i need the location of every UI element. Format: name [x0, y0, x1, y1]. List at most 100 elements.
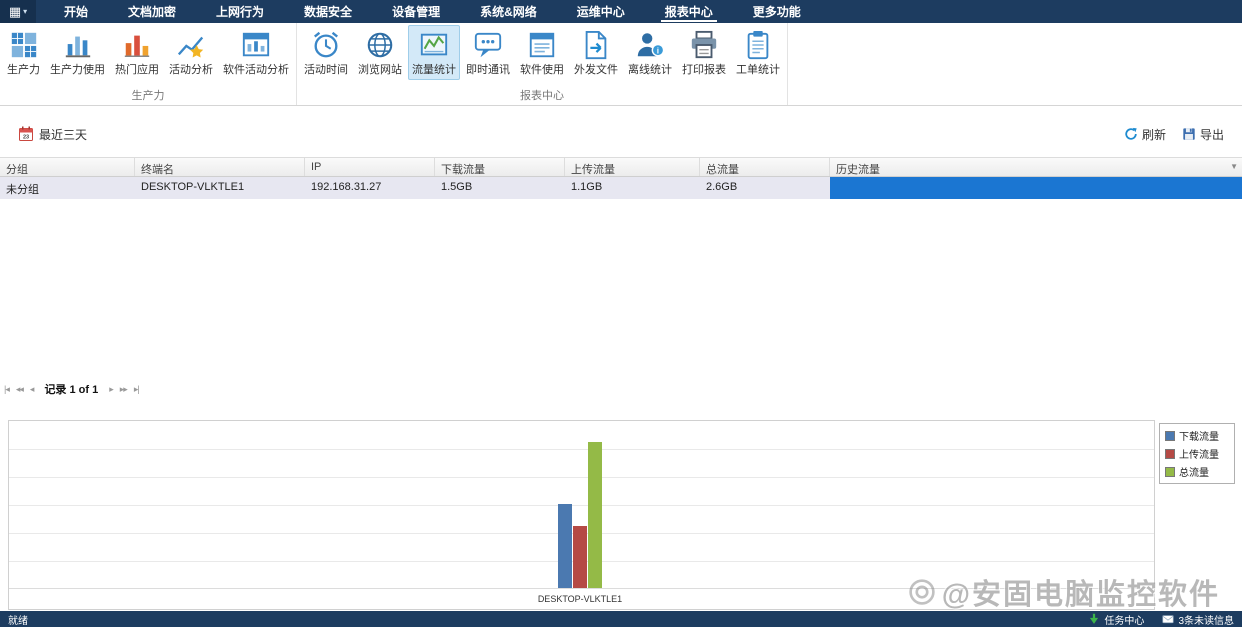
- im-icon: [473, 30, 503, 60]
- productivity-usage-icon: [63, 30, 93, 60]
- menu-bar: 开始 文档加密 上网行为 数据安全 设备管理 系统&网络 运维中心 报表中心 更多功能: [44, 0, 821, 23]
- ribbon-button-label: 生产力: [7, 64, 40, 76]
- ribbon-button-0-3[interactable]: 活动分析: [165, 25, 217, 80]
- print-report-icon: [689, 30, 719, 60]
- task-center-button[interactable]: 任务中心: [1088, 612, 1144, 627]
- ribbon-group-label: 报表中心: [520, 90, 564, 102]
- history-traffic-cell: [830, 177, 1242, 199]
- refresh-button[interactable]: 刷新: [1124, 126, 1166, 143]
- ribbon-group-1: 活动时间 浏览网站 流量统计 即时通讯 软件使用 外发文件 i 离线统计 打印报表 工单统计报表中…: [297, 23, 788, 105]
- ribbon-button-label: 外发文件: [574, 64, 618, 76]
- next-page-button[interactable]: ▸: [109, 384, 113, 395]
- ribbon-button-0-4[interactable]: 软件活动分析: [219, 25, 293, 80]
- ribbon-button-1-7[interactable]: 打印报表: [678, 25, 730, 80]
- unread-messages-button[interactable]: 3条未读信息: [1162, 612, 1234, 627]
- table-body: 未分组 DESKTOP-VLKTLE1 192.168.31.27 1.5GB 1.1G…: [0, 177, 1242, 199]
- chart-bar-上传流量: [573, 526, 587, 588]
- table-cell: 1.1GB: [571, 181, 603, 193]
- ribbon-button-1-4[interactable]: 软件使用: [516, 25, 568, 80]
- date-range-button[interactable]: 23 最近三天: [18, 126, 87, 143]
- ribbon-button-1-1[interactable]: 浏览网站: [354, 25, 406, 80]
- browse-web-icon: [365, 30, 395, 60]
- app-menu-button[interactable]: ▦ ▾: [0, 0, 36, 23]
- ribbon-button-0-0[interactable]: 生产力: [3, 25, 44, 80]
- ribbon-button-label: 浏览网站: [358, 64, 402, 76]
- date-range-label: 最近三天: [39, 127, 88, 142]
- column-header-5[interactable]: 总流量: [700, 158, 830, 176]
- status-right: 任务中心 3条未读信息: [1088, 612, 1234, 627]
- ribbon-button-label: 生产力使用: [50, 64, 105, 76]
- column-header-2[interactable]: IP: [305, 158, 435, 176]
- work-order-icon: [743, 30, 773, 60]
- topbar: ▦ ▾ 开始 文档加密 上网行为 数据安全 设备管理 系统&网络 运维中心 报表中心 更多功能: [0, 0, 1242, 23]
- menu-item-5[interactable]: 系统&网络: [460, 0, 557, 23]
- table-cell: 2.6GB: [706, 181, 738, 193]
- ribbon-button-1-5[interactable]: 外发文件: [570, 25, 622, 80]
- chart-legend: 下载流量 上传流量 总流量: [1159, 423, 1235, 484]
- download-arrow-icon: [1088, 613, 1100, 625]
- first-page-button[interactable]: |◂: [4, 384, 10, 395]
- last-page-button[interactable]: ▸|: [134, 384, 140, 395]
- table-row[interactable]: 未分组 DESKTOP-VLKTLE1 192.168.31.27 1.5GB 1.1G…: [0, 177, 1242, 199]
- ribbon-button-0-1[interactable]: 生产力使用: [46, 25, 109, 80]
- hot-apps-icon: [122, 30, 152, 60]
- ribbon-button-1-0[interactable]: 活动时间: [300, 25, 352, 80]
- fast-prev-button[interactable]: ◂◂: [16, 384, 24, 395]
- status-ready-label: 就绪: [8, 615, 28, 627]
- chart-bar-group: [558, 442, 602, 588]
- menu-item-7[interactable]: 报表中心: [645, 0, 733, 23]
- column-header-4[interactable]: 上传流量: [565, 158, 700, 176]
- productivity-grid-icon: [9, 30, 39, 60]
- column-header-1[interactable]: 终端名: [135, 158, 305, 176]
- calendar-icon: 23: [18, 126, 34, 142]
- fast-next-button[interactable]: ▸▸: [120, 384, 128, 395]
- prev-page-button[interactable]: ◂: [30, 384, 34, 395]
- filter-toolbar: 23 最近三天 刷新 导出: [0, 118, 1242, 150]
- export-button[interactable]: 导出: [1182, 126, 1224, 143]
- ribbon-button-label: 活动时间: [304, 64, 348, 76]
- menu-item-8[interactable]: 更多功能: [733, 0, 821, 23]
- menu-item-2[interactable]: 上网行为: [196, 0, 284, 23]
- menu-item-3[interactable]: 数据安全: [284, 0, 372, 23]
- menu-item-0[interactable]: 开始: [44, 0, 108, 23]
- mail-icon: [1162, 613, 1175, 625]
- chart-plot: [9, 421, 1154, 589]
- chart-bar-总流量: [588, 442, 602, 588]
- menu-item-1[interactable]: 文档加密: [108, 0, 196, 23]
- chart-category-label: DESKTOP-VLKTLE1: [537, 594, 623, 604]
- traffic-table: 分组 终端名 IP 下载流量 上传流量 总流量 历史流量 ▼ 未分组 DESKTOP-VLKTL…: [0, 157, 1242, 199]
- table-cell: 1.5GB: [441, 181, 473, 193]
- record-count-label: 记录 1 of 1: [44, 384, 99, 396]
- export-label: 导出: [1199, 127, 1224, 142]
- task-center-label: 任务中心: [1104, 615, 1145, 627]
- column-header-0[interactable]: 分组: [0, 158, 135, 176]
- ribbon-button-1-6[interactable]: i 离线统计: [624, 25, 676, 80]
- menu-item-4[interactable]: 设备管理: [372, 0, 460, 23]
- legend-swatch: [1165, 430, 1175, 441]
- ribbon-button-label: 离线统计: [628, 64, 672, 76]
- ribbon-button-label: 流量统计: [412, 64, 456, 76]
- ribbon-button-1-2[interactable]: 流量统计: [408, 25, 460, 80]
- ribbon-button-label: 工单统计: [736, 64, 780, 76]
- table-cell: 未分组: [6, 184, 39, 196]
- ribbon-button-0-2[interactable]: 热门应用: [111, 25, 163, 80]
- column-header-6[interactable]: 历史流量 ▼: [830, 158, 1242, 176]
- ribbon-button-label: 热门应用: [115, 64, 159, 76]
- ribbon-group-0: 生产力 生产力使用 热门应用 活动分析 软件活动分析 生产力: [0, 23, 297, 105]
- software-activity-icon: [241, 30, 271, 60]
- legend-swatch: [1165, 448, 1175, 459]
- menu-item-6[interactable]: 运维中心: [557, 0, 645, 23]
- pagination: |◂ ◂◂ ◂ 记录 1 of 1 ▸ ▸▸ ▸|: [4, 381, 140, 397]
- ribbon-button-1-3[interactable]: 即时通讯: [462, 25, 514, 80]
- legend-swatch: [1165, 466, 1175, 477]
- chart-bar-下载流量: [558, 504, 572, 588]
- activity-analysis-icon: [176, 30, 206, 60]
- column-menu-caret-icon[interactable]: ▼: [1230, 162, 1238, 171]
- export-icon: [1182, 127, 1196, 141]
- traffic-stats-icon: [419, 30, 449, 60]
- column-header-3[interactable]: 下载流量: [435, 158, 565, 176]
- legend-label: 总流量: [1179, 468, 1209, 479]
- ribbon: 生产力 生产力使用 热门应用 活动分析 软件活动分析 生产力 活动时间 浏览网站 流量统计 即时通…: [0, 23, 1242, 106]
- ribbon-button-1-8[interactable]: 工单统计: [732, 25, 784, 80]
- active-time-icon: [311, 30, 341, 60]
